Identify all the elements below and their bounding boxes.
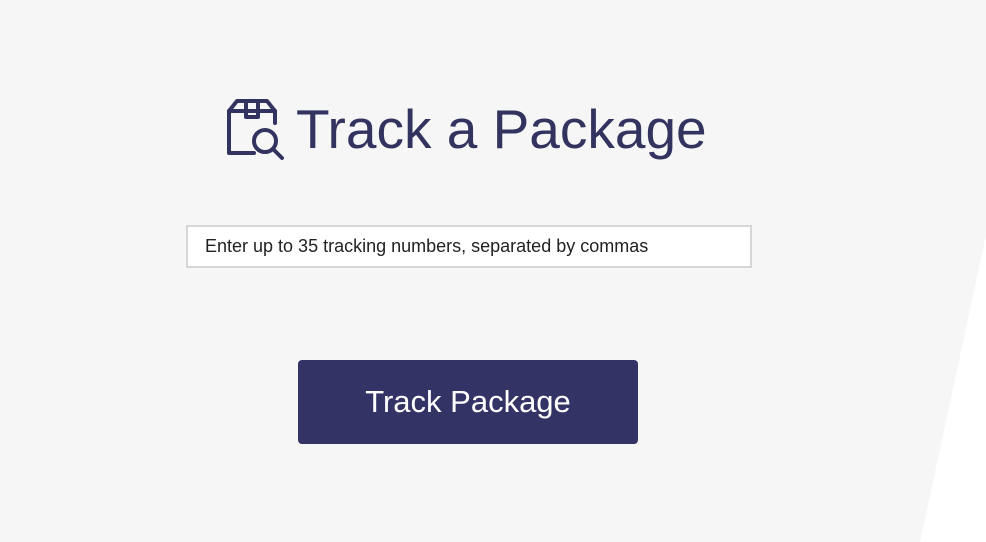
tracking-numbers-input[interactable] bbox=[186, 225, 752, 268]
package-search-icon bbox=[224, 97, 286, 161]
page-heading: Track a Package bbox=[224, 94, 707, 164]
track-page: Track a Package Track Package bbox=[0, 0, 986, 542]
page-title: Track a Package bbox=[296, 98, 707, 160]
content-panel bbox=[0, 0, 986, 542]
track-package-button[interactable]: Track Package bbox=[298, 360, 638, 444]
